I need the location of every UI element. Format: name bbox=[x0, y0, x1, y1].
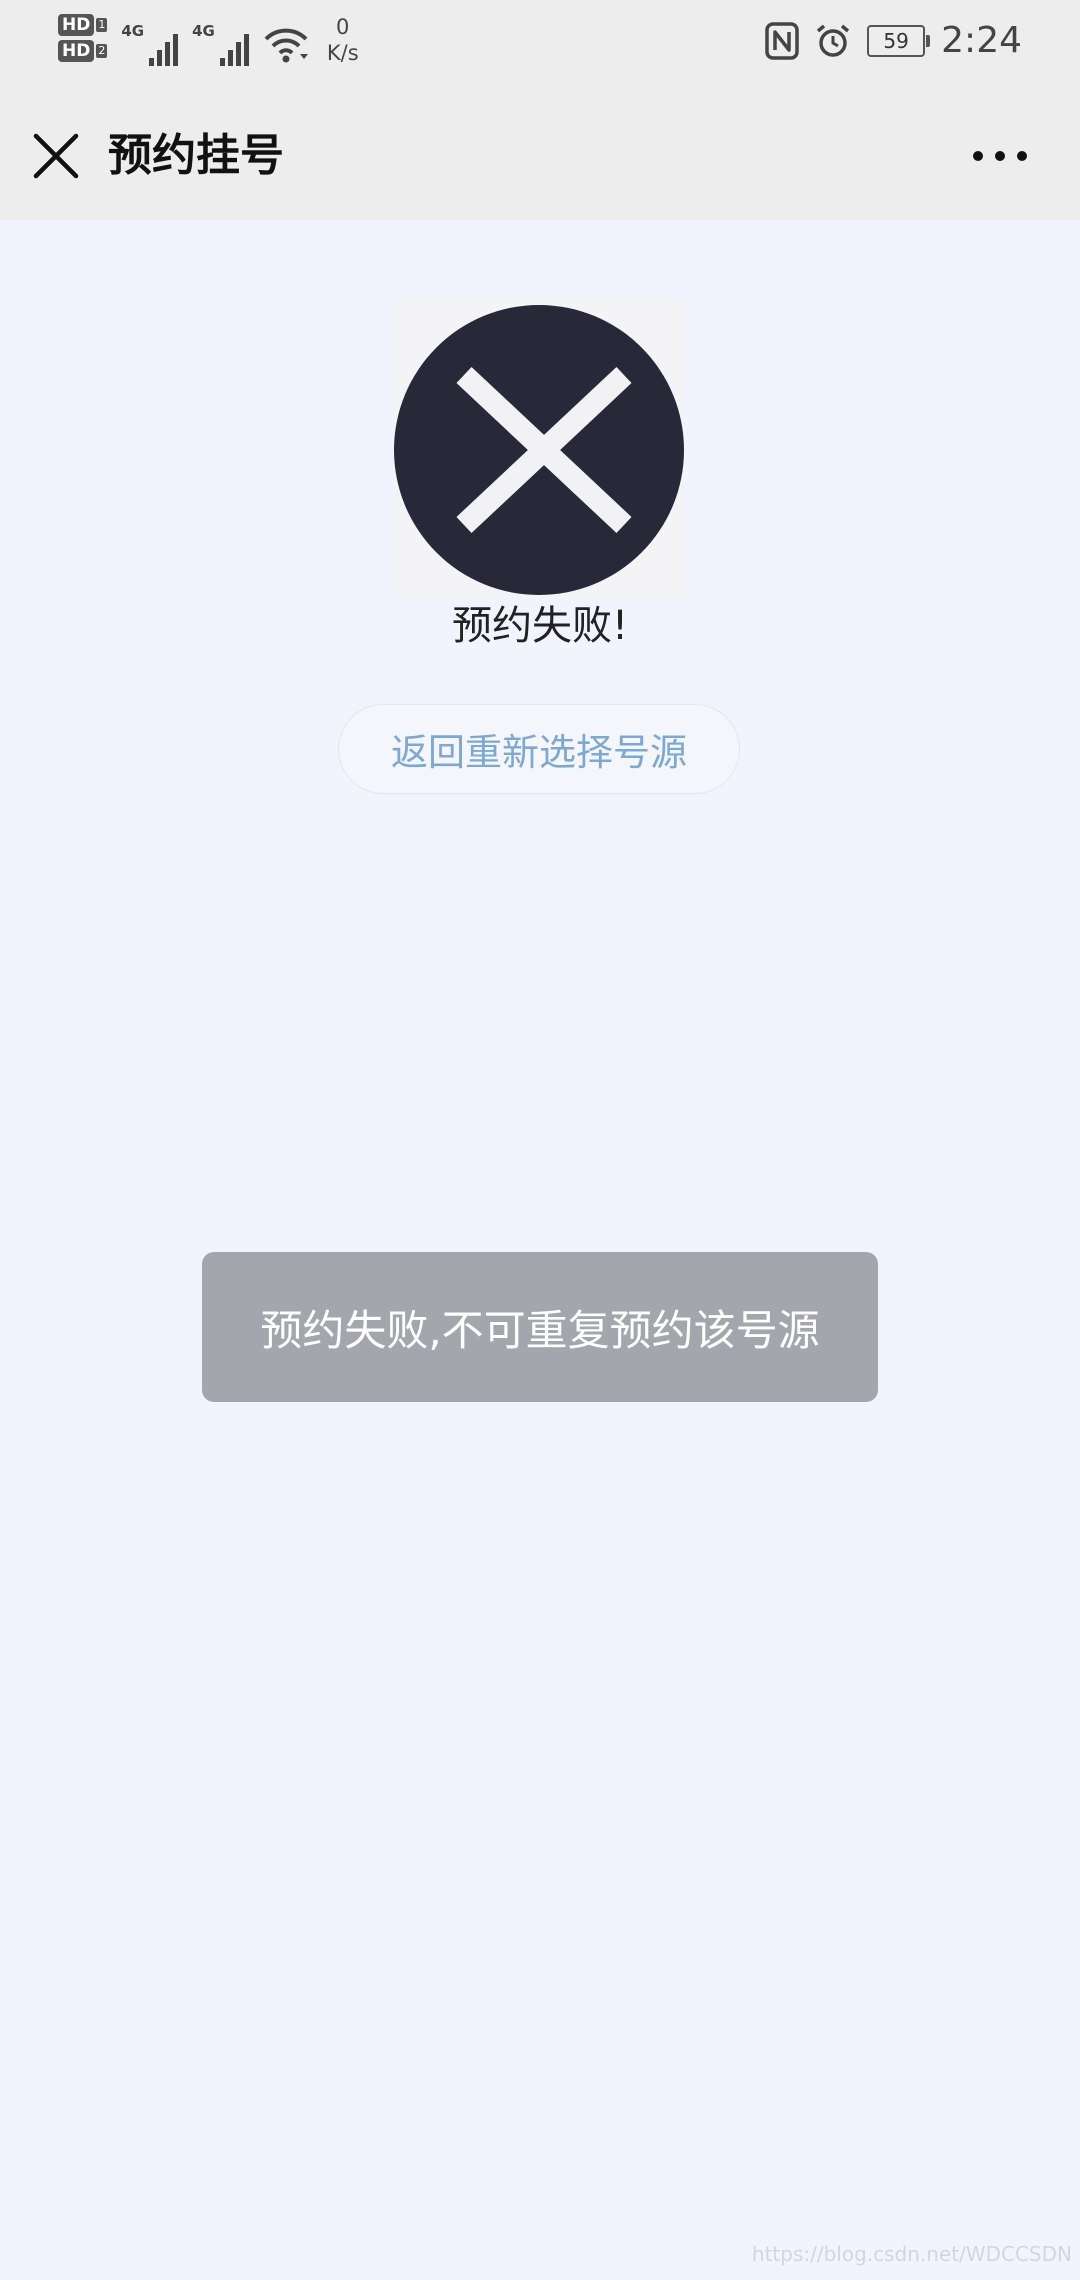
network-gen-label: 4G bbox=[192, 22, 215, 40]
battery-level: 59 bbox=[883, 28, 909, 53]
toast-message: 预约失败,不可重复预约该号源 bbox=[260, 1305, 820, 1355]
hd-badge-sim2: HD 2 bbox=[58, 40, 108, 62]
status-bar: HD 1 HD 2 4G 4G 0 K/s 59 2:24 bbox=[0, 0, 1080, 92]
hd-label: HD bbox=[58, 14, 95, 36]
signal-1-icon: 4G bbox=[121, 22, 179, 66]
watermark: https://blog.csdn.net/WDCCSDN bbox=[751, 2242, 1072, 2266]
nfc-icon bbox=[765, 21, 799, 60]
status-right: 59 2:24 bbox=[765, 20, 1022, 61]
failure-x-icon bbox=[394, 305, 684, 595]
reselect-source-button[interactable]: 返回重新选择号源 bbox=[338, 704, 740, 794]
result-message: 预约失败! bbox=[451, 603, 629, 649]
sim-number: 1 bbox=[96, 18, 108, 32]
sim-number: 2 bbox=[96, 44, 108, 58]
nav-bar: 预约挂号 bbox=[0, 92, 1080, 220]
battery-icon: 59 bbox=[867, 24, 931, 57]
close-icon[interactable] bbox=[30, 130, 82, 182]
hd-badge-sim1: HD 1 bbox=[58, 14, 108, 36]
network-speed: 0 K/s bbox=[327, 14, 359, 66]
status-left: HD 1 HD 2 4G 4G 0 K/s bbox=[58, 14, 359, 66]
failure-icon-frame bbox=[394, 300, 684, 598]
clock: 2:24 bbox=[941, 20, 1022, 61]
network-gen-label: 4G bbox=[121, 22, 145, 40]
toast: 预约失败,不可重复预约该号源 bbox=[202, 1252, 878, 1402]
more-options-icon[interactable] bbox=[972, 142, 1028, 170]
network-speed-unit: K/s bbox=[326, 41, 359, 65]
network-speed-value: 0 bbox=[336, 15, 350, 39]
page-title: 预约挂号 bbox=[108, 130, 284, 181]
hd-indicators: HD 1 HD 2 bbox=[58, 14, 108, 62]
alarm-icon bbox=[817, 24, 850, 57]
wifi-icon bbox=[264, 28, 308, 63]
hd-label: HD bbox=[58, 40, 95, 62]
signal-2-icon: 4G bbox=[192, 22, 249, 66]
